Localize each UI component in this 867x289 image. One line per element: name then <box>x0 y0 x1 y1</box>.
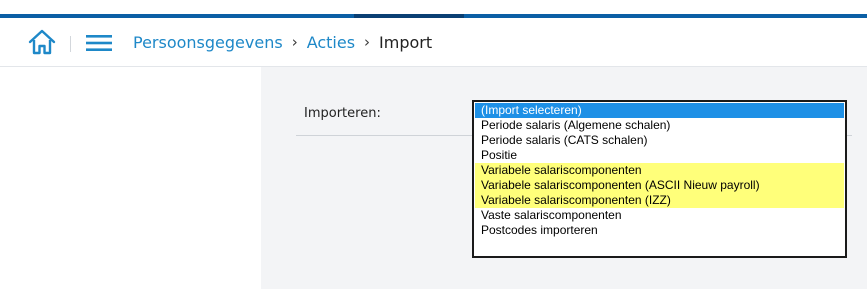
top-bar <box>0 0 867 18</box>
option-vaste-salariscomponenten[interactable]: Vaste salariscomponenten <box>475 208 844 223</box>
import-label: Importeren: <box>304 106 381 121</box>
left-panel <box>0 67 261 289</box>
chevron-right-icon: › <box>364 33 371 51</box>
option-variabele-salariscomponenten-ascii[interactable]: Variabele salariscomponenten (ASCII Nieu… <box>475 178 844 193</box>
breadcrumb: Persoonsgegevens › Acties › Import <box>133 18 432 66</box>
breadcrumb-acties[interactable]: Acties <box>307 33 355 52</box>
option-import-selecteren[interactable]: (Import selecteren) <box>475 103 844 118</box>
chevron-right-icon: › <box>291 33 298 51</box>
option-variabele-salariscomponenten[interactable]: Variabele salariscomponenten <box>475 163 844 178</box>
import-select-listbox[interactable]: (Import selecteren) Periode salaris (Alg… <box>472 100 847 258</box>
nav-divider <box>70 36 71 52</box>
option-periode-salaris-algemene[interactable]: Periode salaris (Algemene schalen) <box>475 118 844 133</box>
breadcrumb-import: Import <box>379 32 433 52</box>
hamburger-menu-icon[interactable] <box>86 34 112 52</box>
option-postcodes-importeren[interactable]: Postcodes importeren <box>475 223 844 238</box>
breadcrumb-persoonsgegevens[interactable]: Persoonsgegevens <box>133 33 283 52</box>
option-variabele-salariscomponenten-izz[interactable]: Variabele salariscomponenten (IZZ) <box>475 193 844 208</box>
home-icon[interactable] <box>27 28 57 56</box>
option-positie[interactable]: Positie <box>475 148 844 163</box>
option-periode-salaris-cats[interactable]: Periode salaris (CATS schalen) <box>475 133 844 148</box>
navigation-bar: Persoonsgegevens › Acties › Import <box>0 18 867 67</box>
